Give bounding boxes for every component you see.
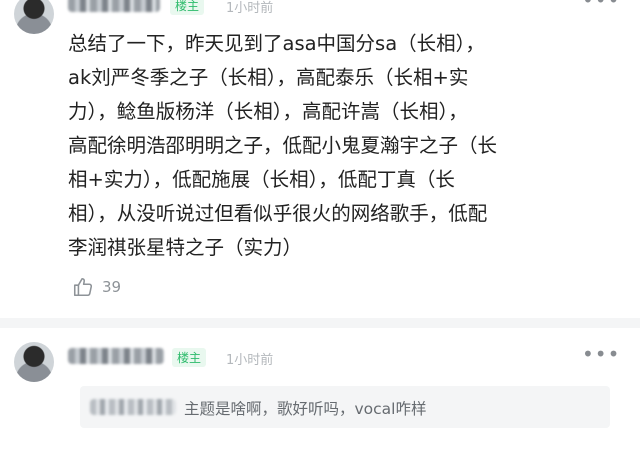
quoted-text: 主题是啥啊，歌好听吗，vocal咋样 xyxy=(184,400,427,418)
user-avatar[interactable] xyxy=(14,342,54,382)
comment-content: 总结了一下，昨天见到了asa中国分sa（长相）， ak刘严冬季之子（长相），高配… xyxy=(68,27,620,265)
comment-post: 楼主 1小时前 ••• 总结了一下，昨天见到了asa中国分sa（长相）， ak刘… xyxy=(0,0,640,318)
owner-badge: 楼主 xyxy=(170,0,205,15)
quoted-comment[interactable]: 主题是啥啊，歌好听吗，vocal咋样 xyxy=(80,386,610,428)
content-line: 总结了一下，昨天见到了asa中国分sa（长相）， xyxy=(68,32,485,55)
content-line: ak刘严冬季之子（长相），高配泰乐（长相+实 xyxy=(68,66,469,89)
timestamp: 1小时前 xyxy=(226,1,274,16)
more-dots-icon[interactable]: ••• xyxy=(582,0,620,12)
user-avatar[interactable] xyxy=(14,0,54,34)
like-count: 39 xyxy=(102,278,122,296)
content-line: 相+实力），低配施展（长相），低配丁真（长 xyxy=(68,168,455,191)
reply-post: 楼主 1小时前 ••• 主题是啥啊，歌好听吗，vocal咋样 xyxy=(0,328,640,452)
username-blurred[interactable] xyxy=(68,0,160,12)
username-blurred[interactable] xyxy=(68,348,164,364)
quoted-username-blurred xyxy=(90,399,176,415)
section-divider xyxy=(0,318,640,328)
content-line: 相），从没听说过但看似乎很火的网络歌手，低配 xyxy=(68,202,488,225)
content-line: 高配徐明浩邵明明之子，低配小鬼夏瀚宇之子（长 xyxy=(68,134,498,157)
thumbs-up-icon xyxy=(73,277,93,297)
content-line: 李润祺张星特之子（实力） xyxy=(68,236,303,259)
owner-badge: 楼主 xyxy=(172,348,207,367)
content-line: 力），鲶鱼版杨洋（长相），高配许嵩（长相）， xyxy=(68,100,468,123)
timestamp: 1小时前 xyxy=(226,353,274,368)
like-button[interactable]: 39 xyxy=(72,276,121,298)
more-dots-icon[interactable]: ••• xyxy=(582,342,620,366)
